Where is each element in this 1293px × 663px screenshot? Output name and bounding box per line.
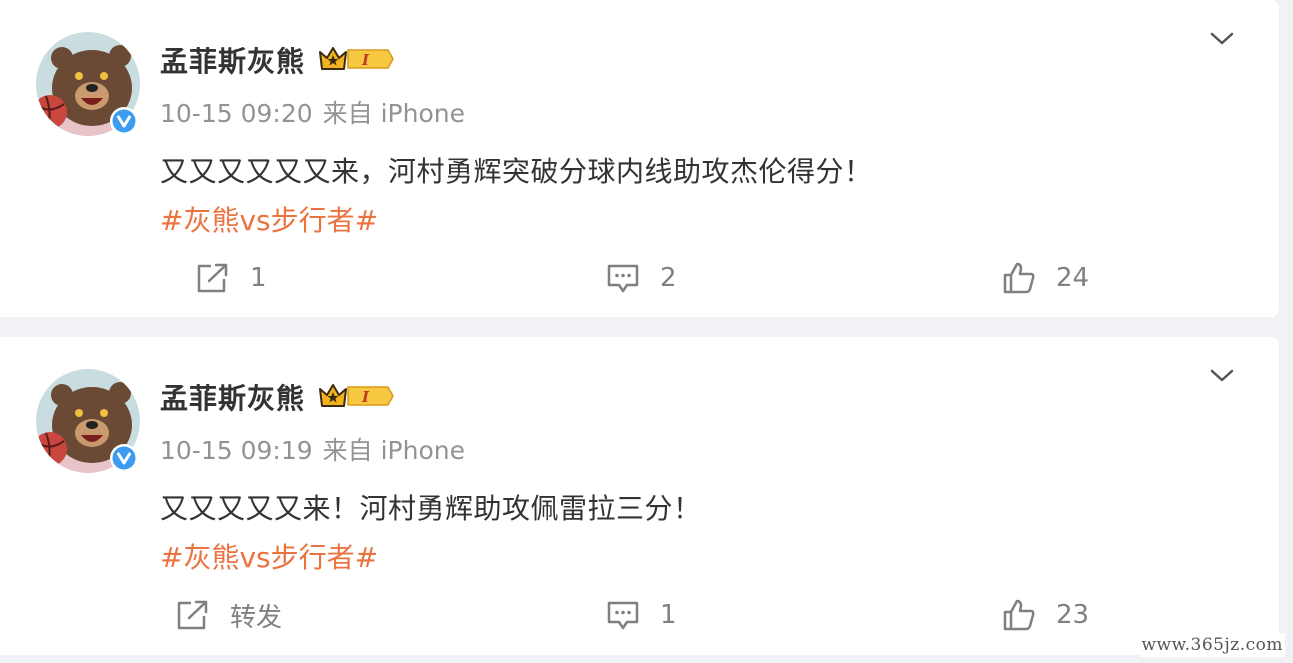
post-text: 又又又又又又来，河村勇辉突破分球内线助攻杰伦得分！	[160, 155, 873, 188]
username[interactable]: 孟菲斯灰熊	[160, 40, 305, 80]
comment-button[interactable]: 1	[606, 595, 677, 635]
timestamp[interactable]: 10-15 09:19	[160, 436, 313, 465]
share-icon	[177, 600, 208, 630]
share-button[interactable]: 1	[196, 258, 267, 298]
like-count: 23	[1056, 600, 1090, 630]
weibo-post-card: 孟菲斯灰熊 I 10-15 09:19 来自 iPhone 又又又又又来！河村勇辉…	[0, 337, 1279, 655]
post-text: 又又又又又来！河村勇辉助攻佩雷拉三分！	[160, 492, 702, 525]
avatar[interactable]	[36, 369, 140, 473]
verified-badge-icon	[110, 107, 138, 135]
like-icon	[1003, 262, 1035, 294]
comment-count: 1	[660, 600, 677, 630]
like-button[interactable]: 24	[1002, 258, 1089, 298]
svg-text:I: I	[361, 388, 370, 406]
member-crown-icon[interactable]: I	[318, 381, 394, 411]
like-count: 24	[1056, 263, 1090, 293]
post-meta: 10-15 09:19 来自 iPhone	[160, 431, 465, 467]
member-crown-icon[interactable]: I	[318, 44, 394, 74]
svg-text:I: I	[361, 51, 370, 69]
hashtag-link[interactable]: #灰熊vs步行者#	[160, 199, 378, 239]
site-watermark: www.365jz.com	[1139, 633, 1285, 657]
share-count: 1	[250, 263, 267, 293]
source: 来自 iPhone	[322, 436, 465, 465]
share-button[interactable]: 转发	[176, 595, 282, 635]
share-icon	[197, 263, 228, 293]
like-button[interactable]: 23	[1002, 595, 1089, 635]
chevron-down-icon[interactable]	[1208, 28, 1236, 50]
weibo-post-card: 孟菲斯灰熊 I 10-15 09:20 来自 iPhone 又又又又又又来，河村勇…	[0, 0, 1279, 317]
comment-icon	[607, 264, 639, 293]
chevron-down-icon[interactable]	[1208, 365, 1236, 387]
comment-icon	[607, 601, 639, 630]
comment-count: 2	[660, 263, 677, 293]
comment-button[interactable]: 2	[606, 258, 677, 298]
like-icon	[1003, 599, 1035, 631]
avatar[interactable]	[36, 32, 140, 136]
verified-badge-icon	[110, 444, 138, 472]
source: 来自 iPhone	[322, 99, 465, 128]
share-label: 转发	[230, 602, 283, 633]
timestamp[interactable]: 10-15 09:20	[160, 99, 313, 128]
username[interactable]: 孟菲斯灰熊	[160, 377, 305, 417]
hashtag-link[interactable]: #灰熊vs步行者#	[160, 536, 378, 576]
post-meta: 10-15 09:20 来自 iPhone	[160, 94, 465, 130]
